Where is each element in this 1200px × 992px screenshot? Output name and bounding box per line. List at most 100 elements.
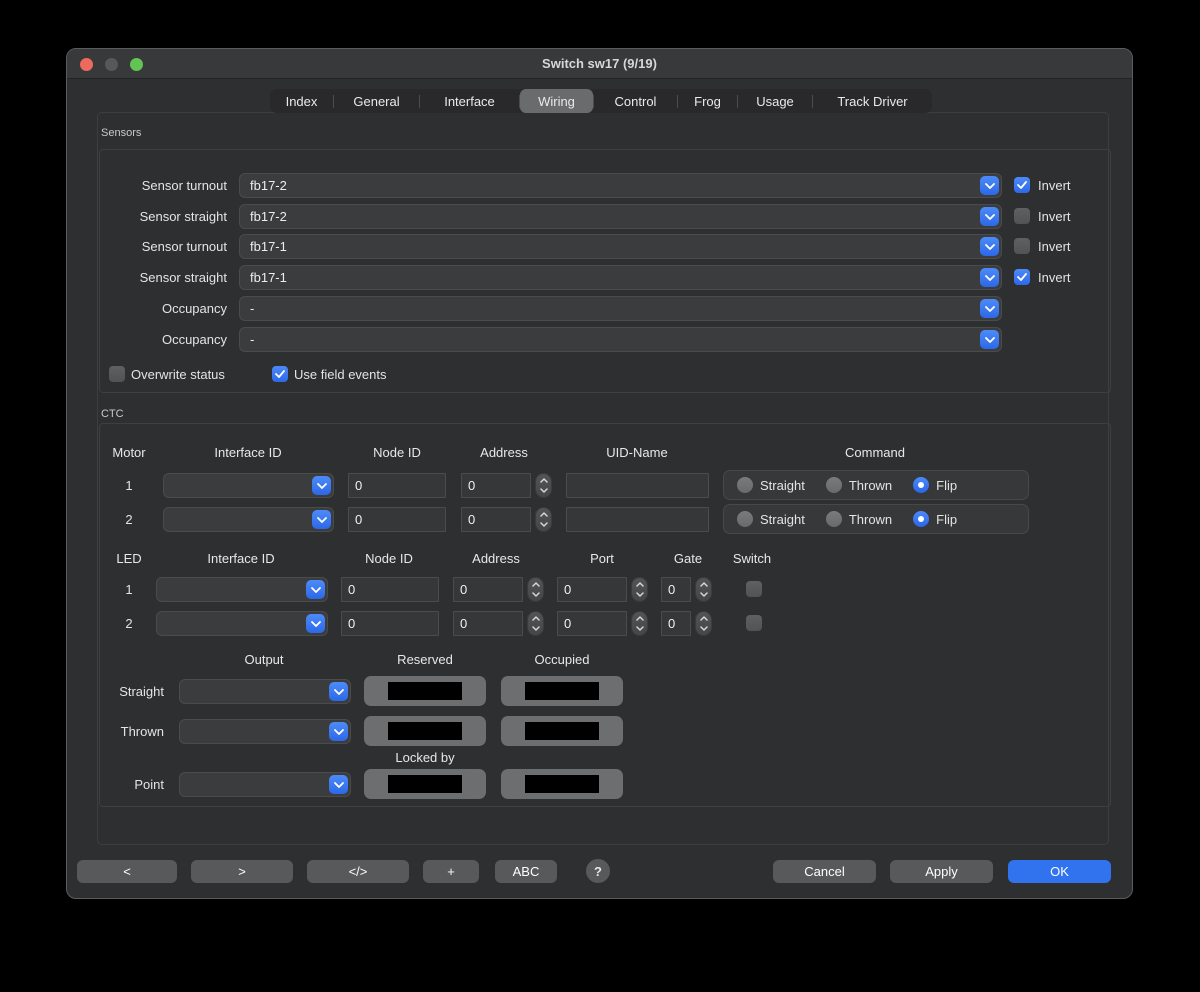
led-1-switch-checkbox[interactable] [746, 581, 762, 597]
led-1-address-field[interactable]: 0 [453, 577, 523, 602]
chevron-down-icon[interactable] [980, 330, 999, 349]
chevron-down-icon[interactable] [980, 268, 999, 287]
led-1-interface-id-combobox[interactable] [156, 577, 328, 602]
cancel-button[interactable]: Cancel [773, 860, 876, 883]
led-2-node-id-field[interactable]: 0 [341, 611, 439, 636]
chevron-down-icon [636, 626, 644, 631]
led-2-port-stepper[interactable] [631, 611, 648, 636]
locked-by-label: Locked by [395, 750, 454, 765]
motor-2-interface-id-combobox[interactable] [163, 507, 334, 532]
led-2-switch-checkbox[interactable] [746, 615, 762, 631]
led-2-interface-id-combobox[interactable] [156, 611, 328, 636]
straight-reserved-color-well[interactable] [364, 676, 486, 706]
gate-header: Gate [674, 551, 702, 566]
command-straight-option[interactable]: Straight [737, 477, 805, 493]
tab-general[interactable]: General [334, 89, 419, 113]
abc-button[interactable]: ABC [495, 860, 557, 883]
chevron-down-icon[interactable] [306, 614, 325, 633]
point-locked-by-color-well[interactable] [364, 769, 486, 799]
led-1-port-field[interactable]: 0 [557, 577, 627, 602]
command-straight-option[interactable]: Straight [737, 511, 805, 527]
output-point-combobox[interactable] [179, 772, 351, 797]
check-icon [1017, 181, 1027, 189]
motor-1-address-stepper[interactable] [535, 473, 552, 498]
motor-1-node-id-field[interactable]: 0 [348, 473, 446, 498]
sensor-straight-1-combobox[interactable]: fb17-2 [239, 204, 1002, 229]
chevron-down-icon[interactable] [980, 237, 999, 256]
led-2-gate-field[interactable]: 0 [661, 611, 691, 636]
titlebar: Switch sw17 (9/19) [67, 49, 1132, 79]
xml-button[interactable]: </> [307, 860, 409, 883]
led-2-address-field[interactable]: 0 [453, 611, 523, 636]
chevron-down-icon[interactable] [312, 476, 331, 495]
occupancy-1-combobox[interactable]: - [239, 296, 1002, 321]
command-flip-option[interactable]: Flip [913, 511, 957, 527]
chevron-down-icon[interactable] [980, 207, 999, 226]
radio-icon[interactable] [826, 511, 842, 527]
chevron-down-icon[interactable] [312, 510, 331, 529]
motor-1-uid-name-field[interactable] [566, 473, 709, 498]
led-1-gate-field[interactable]: 0 [661, 577, 691, 602]
tab-interface[interactable]: Interface [420, 89, 519, 113]
output-row-label: Thrown [87, 719, 164, 744]
motor-1-address-field[interactable]: 0 [461, 473, 531, 498]
chevron-down-icon[interactable] [329, 722, 348, 741]
radio-icon[interactable] [913, 477, 929, 493]
sensors-section-label: Sensors [101, 127, 141, 139]
output-thrown-combobox[interactable] [179, 719, 351, 744]
tab-track-driver[interactable]: Track Driver [813, 89, 932, 113]
thrown-occupied-color-well[interactable] [501, 716, 623, 746]
straight-occupied-color-well[interactable] [501, 676, 623, 706]
radio-icon[interactable] [826, 477, 842, 493]
apply-button[interactable]: Apply [890, 860, 993, 883]
radio-icon[interactable] [737, 477, 753, 493]
invert-checkbox[interactable] [1014, 238, 1030, 254]
command-thrown-option[interactable]: Thrown [826, 477, 892, 493]
sensor-turnout-2-combobox[interactable]: fb17-1 [239, 234, 1002, 259]
chevron-down-icon[interactable] [980, 176, 999, 195]
previous-button[interactable]: < [77, 860, 177, 883]
sensor-turnout-1-combobox[interactable]: fb17-2 [239, 173, 1002, 198]
occupancy-2-combobox[interactable]: - [239, 327, 1002, 352]
invert-checkbox[interactable] [1014, 177, 1030, 193]
radio-icon[interactable] [737, 511, 753, 527]
tab-control[interactable]: Control [594, 89, 677, 113]
led-2-port-field[interactable]: 0 [557, 611, 627, 636]
ok-button[interactable]: OK [1008, 860, 1111, 883]
tab-frog[interactable]: Frog [678, 89, 737, 113]
next-button[interactable]: > [191, 860, 293, 883]
motor-2-uid-name-field[interactable] [566, 507, 709, 532]
led-2-gate-stepper[interactable] [695, 611, 712, 636]
led-1-port-stepper[interactable] [631, 577, 648, 602]
thrown-reserved-color-well[interactable] [364, 716, 486, 746]
use-field-events-checkbox[interactable] [272, 366, 288, 382]
led-1-address-stepper[interactable] [527, 577, 544, 602]
chevron-down-icon[interactable] [329, 775, 348, 794]
sensor-straight-2-combobox[interactable]: fb17-1 [239, 265, 1002, 290]
point-occupied-color-well[interactable] [501, 769, 623, 799]
radio-icon[interactable] [913, 511, 929, 527]
chevron-down-icon[interactable] [329, 682, 348, 701]
tab-usage[interactable]: Usage [738, 89, 812, 113]
motor-2-address-stepper[interactable] [535, 507, 552, 532]
led-2-address-stepper[interactable] [527, 611, 544, 636]
chevron-down-icon[interactable] [980, 299, 999, 318]
invert-checkbox[interactable] [1014, 269, 1030, 285]
tab-index[interactable]: Index [270, 89, 333, 113]
help-button[interactable]: ? [586, 859, 610, 883]
output-straight-combobox[interactable] [179, 679, 351, 704]
motor-header: Motor [112, 445, 145, 460]
tab-wiring[interactable]: Wiring [520, 89, 593, 113]
command-header: Command [845, 445, 905, 460]
invert-checkbox[interactable] [1014, 208, 1030, 224]
chevron-down-icon[interactable] [306, 580, 325, 599]
motor-1-interface-id-combobox[interactable] [163, 473, 334, 498]
led-1-node-id-field[interactable]: 0 [341, 577, 439, 602]
motor-2-node-id-field[interactable]: 0 [348, 507, 446, 532]
overwrite-status-checkbox[interactable] [109, 366, 125, 382]
led-1-gate-stepper[interactable] [695, 577, 712, 602]
motor-2-address-field[interactable]: 0 [461, 507, 531, 532]
command-flip-option[interactable]: Flip [913, 477, 957, 493]
command-thrown-option[interactable]: Thrown [826, 511, 892, 527]
add-button[interactable]: + [423, 860, 479, 883]
